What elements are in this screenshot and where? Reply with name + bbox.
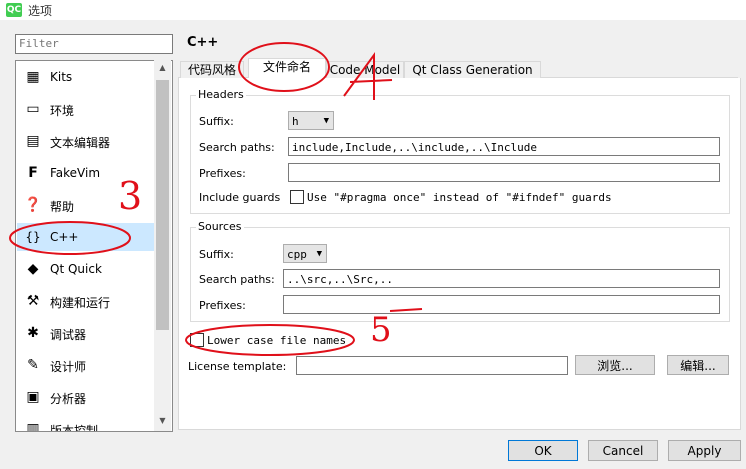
sources-suffix-combo[interactable]: cpp ▼ (283, 244, 327, 263)
nav-item-kits[interactable]: ▦ Kits (17, 63, 154, 91)
braces-icon: {} (25, 230, 41, 244)
nav-item-label: 调试器 (50, 328, 87, 342)
sources-search-paths-input[interactable]: ..\src,..\Src,.. (283, 269, 720, 288)
qt-creator-app-icon: QC (6, 3, 22, 17)
scroll-up-icon[interactable]: ▲ (154, 63, 171, 72)
category-list: ▦ Kits ▭ 环境 ▤ 文本编辑器 F FakeVim ❓ 帮助 {} C+… (15, 60, 173, 432)
headers-search-paths-input[interactable]: include,Include,..\include,..\Include (288, 137, 720, 156)
filter-input[interactable] (16, 35, 172, 51)
headers-prefixes-input[interactable] (288, 163, 720, 182)
edit-button[interactable]: 编辑... (667, 355, 729, 375)
nav-item-build-run[interactable]: ⚒ 构建和运行 (17, 287, 154, 315)
tab-code-style[interactable]: 代码风格 (180, 61, 244, 79)
nav-item-label: 分析器 (50, 392, 87, 406)
include-guards-label: Include guards (199, 191, 281, 204)
annotation-number-5: 5 (370, 310, 392, 350)
dialog-button-bar (178, 430, 746, 469)
hammer-icon: ⚒ (26, 293, 40, 309)
tab-code-model[interactable]: Code Model (326, 61, 404, 79)
pencil-icon: ✎ (27, 357, 39, 373)
sources-suffix-value: cpp (287, 248, 307, 261)
tab-qt-class-generation[interactable]: Qt Class Generation (404, 61, 541, 79)
nav-item-debugger[interactable]: ✱ 调试器 (17, 319, 154, 347)
nav-item-label: 帮助 (50, 200, 75, 214)
kits-icon: ▦ (26, 69, 40, 85)
browse-button[interactable]: 浏览... (575, 355, 655, 375)
nav-item-label: 设计师 (50, 360, 87, 374)
sources-prefixes-label: Prefixes: (199, 299, 246, 312)
filter-field[interactable] (15, 34, 173, 54)
sources-suffix-label: Suffix: (199, 248, 234, 261)
nav-item-label: 文本编辑器 (50, 136, 111, 150)
scrollbar-thumb[interactable] (156, 80, 169, 330)
headers-suffix-label: Suffix: (199, 115, 234, 128)
apply-button[interactable]: Apply (668, 440, 741, 461)
pragma-once-checkbox[interactable] (290, 190, 304, 204)
lower-case-label: Lower case file names (207, 334, 347, 347)
nav-item-label: C++ (50, 230, 79, 244)
license-template-input[interactable] (296, 356, 568, 375)
nav-item-environment[interactable]: ▭ 环境 (17, 95, 154, 123)
tab-file-naming[interactable]: 文件命名 (248, 58, 326, 79)
nav-item-label: 版本控制 (50, 424, 99, 432)
vcs-icon: ▥ (26, 421, 40, 432)
ok-button[interactable]: OK (508, 440, 578, 461)
headers-suffix-combo[interactable]: h ▼ (288, 111, 334, 130)
lower-case-checkbox[interactable] (190, 333, 204, 347)
fakevim-icon: F (28, 165, 38, 181)
pragma-once-label: Use "#pragma once" instead of "#ifndef" … (307, 191, 612, 204)
nav-item-label: Qt Quick (50, 262, 102, 276)
window-title: 选项 (28, 4, 53, 18)
title-bar: QC 选项 (0, 0, 746, 20)
nav-item-label: 构建和运行 (50, 296, 111, 310)
nav-item-analyzer[interactable]: ▣ 分析器 (17, 383, 154, 411)
nav-item-text-editor[interactable]: ▤ 文本编辑器 (17, 127, 154, 155)
annotation-number-3: 3 (118, 174, 143, 218)
sources-prefixes-input[interactable] (283, 295, 720, 314)
nav-item-cpp[interactable]: {} C++ (17, 223, 154, 251)
text-editor-icon: ▤ (26, 133, 40, 149)
sources-group-title: Sources (196, 220, 244, 233)
bug-icon: ✱ (27, 325, 39, 341)
nav-item-qt-quick[interactable]: ◆ Qt Quick (17, 255, 154, 283)
nav-item-label: 环境 (50, 104, 75, 118)
headers-prefixes-label: Prefixes: (199, 167, 246, 180)
license-template-label: License template: (188, 360, 287, 373)
chevron-down-icon: ▼ (316, 249, 322, 259)
chevron-down-icon: ▼ (323, 116, 329, 126)
cancel-button[interactable]: Cancel (588, 440, 658, 461)
qtquick-icon: ◆ (27, 261, 39, 277)
nav-item-label: FakeVim (50, 166, 101, 180)
help-icon: ❓ (24, 197, 42, 213)
page-title: C++ (187, 35, 219, 50)
sources-search-paths-label: Search paths: (199, 273, 275, 286)
nav-item-version-control[interactable]: ▥ 版本控制 (17, 415, 154, 432)
headers-group-title: Headers (196, 88, 246, 101)
scroll-down-icon[interactable]: ▼ (154, 416, 171, 425)
headers-suffix-value: h (292, 115, 299, 128)
nav-item-label: Kits (50, 70, 73, 84)
monitor-icon: ▭ (26, 101, 40, 117)
analyzer-icon: ▣ (26, 389, 40, 405)
nav-item-designer[interactable]: ✎ 设计师 (17, 351, 154, 379)
headers-search-paths-label: Search paths: (199, 141, 275, 154)
